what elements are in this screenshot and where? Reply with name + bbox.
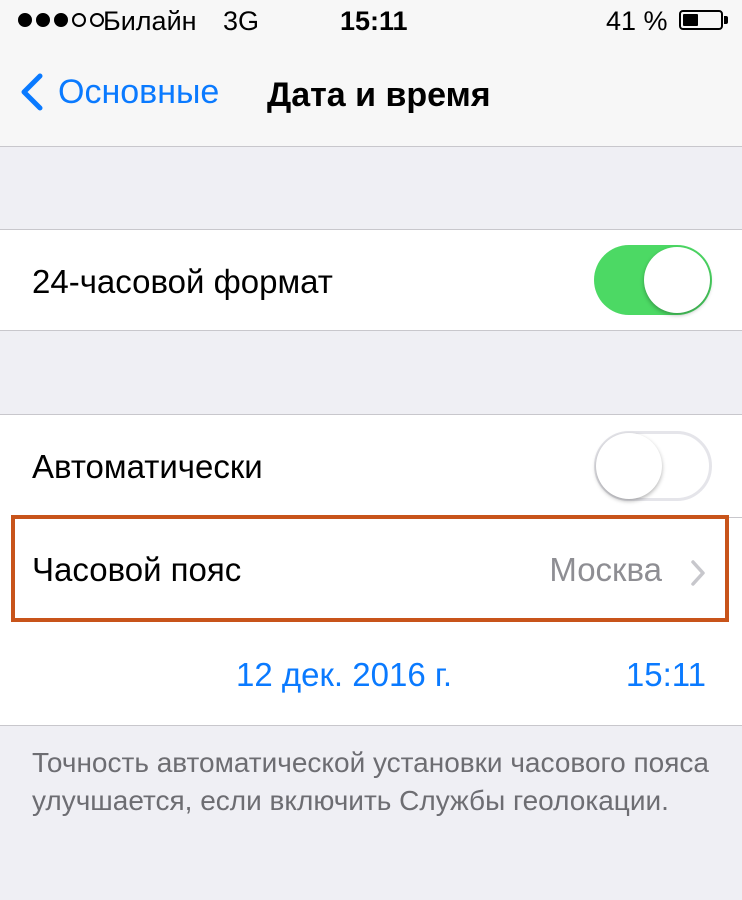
setting-label-24h-format: 24-часовой формат — [32, 263, 333, 300]
setting-row-24h-format: 24-часовой формат — [0, 229, 742, 331]
back-button[interactable]: Основные — [12, 70, 219, 114]
time-value[interactable]: 15:11 — [626, 656, 706, 694]
signal-strength-icon — [18, 13, 104, 27]
signal-dot — [90, 13, 104, 27]
toggle-automatic[interactable] — [594, 431, 712, 501]
signal-dot — [54, 13, 68, 27]
setting-row-date-time: 12 дек. 2016 г. 15:11 — [0, 620, 742, 726]
setting-label-automatic: Автоматически — [32, 448, 263, 485]
chevron-left-icon — [21, 73, 43, 111]
network-type: 3G — [223, 6, 260, 36]
toggle-24h-format[interactable] — [594, 245, 712, 315]
battery-level-fill — [683, 14, 698, 26]
page-title: Дата и время — [267, 76, 491, 114]
back-button-label: Основные — [58, 72, 220, 111]
toggle-knob — [596, 433, 662, 499]
setting-label-timezone: Часовой пояс — [32, 551, 242, 588]
toggle-knob — [644, 247, 710, 313]
signal-dot — [36, 13, 50, 27]
battery-tip — [724, 16, 728, 24]
battery-icon — [679, 10, 723, 30]
battery-percent: 41 % — [606, 6, 668, 36]
carrier-name: Билайн — [103, 6, 197, 36]
setting-row-timezone[interactable]: Часовой пояс Москва — [0, 517, 742, 620]
navigation-bar: Основные Дата и время — [0, 42, 742, 147]
status-time: 15:11 — [340, 6, 408, 36]
signal-dot — [18, 13, 32, 27]
signal-dot — [72, 13, 86, 27]
status-bar: Билайн 3G 15:11 41 % — [0, 0, 742, 42]
footer-note: Точность автоматической установки часово… — [32, 747, 709, 816]
chevron-right-icon — [691, 560, 705, 586]
setting-row-automatic: Автоматически — [0, 414, 742, 517]
row-separator — [32, 517, 742, 518]
timezone-value: Москва — [549, 551, 662, 588]
date-value[interactable]: 12 дек. 2016 г. — [236, 656, 452, 694]
